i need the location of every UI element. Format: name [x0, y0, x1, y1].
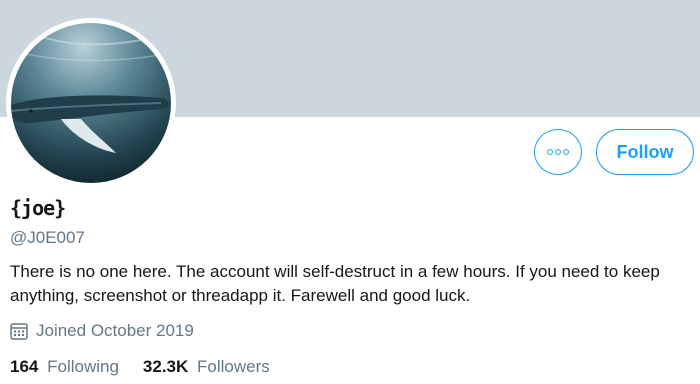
following-count: 164 — [10, 357, 39, 376]
followers-count: 32.3K — [142, 357, 189, 376]
follow-button[interactable]: Follow — [596, 129, 694, 175]
profile-stats: 164 Following 32.3K Followers — [10, 357, 294, 377]
followers-label: Followers — [197, 357, 270, 376]
display-name: {joe} — [10, 196, 66, 220]
more-options-button[interactable] — [534, 129, 582, 175]
joined-text: Joined October 2019 — [36, 321, 194, 340]
avatar-whale-image — [11, 23, 171, 183]
following-label: Following — [47, 357, 119, 376]
followers-link[interactable]: 32.3K Followers — [143, 357, 270, 377]
following-link[interactable]: 164 Following — [10, 357, 119, 377]
more-dots-icon — [547, 149, 569, 155]
joined-date: Joined October 2019 — [10, 320, 194, 342]
profile-bio: There is no one here. The account will s… — [10, 262, 660, 305]
user-handle: @J0E007 — [10, 228, 85, 247]
calendar-icon — [10, 323, 28, 340]
avatar[interactable] — [6, 18, 176, 188]
